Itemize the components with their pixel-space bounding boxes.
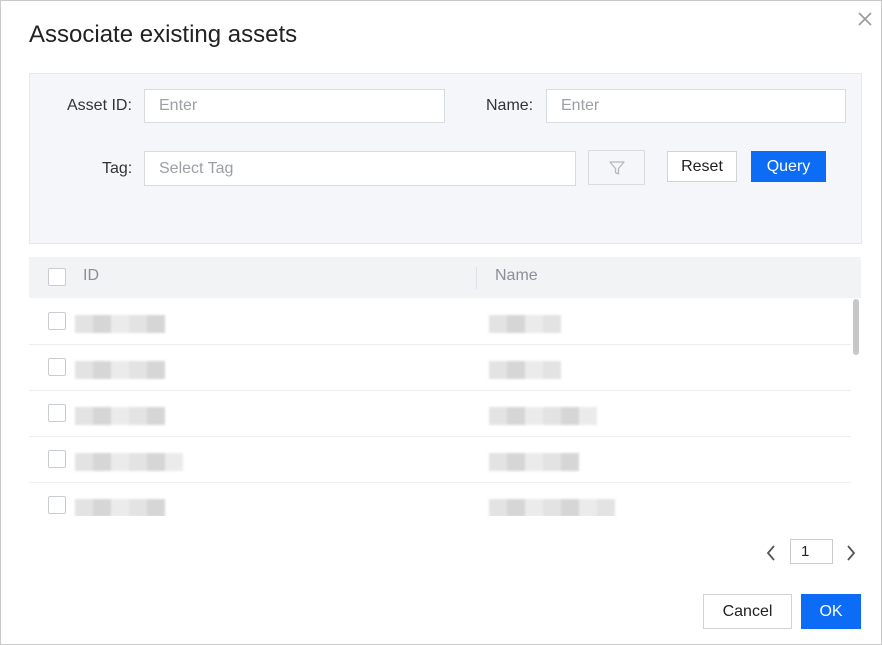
close-icon[interactable] xyxy=(855,9,875,29)
redacted-name xyxy=(489,499,615,516)
name-label: Name: xyxy=(486,97,534,114)
tag-filter-button[interactable] xyxy=(588,150,645,185)
redacted-id xyxy=(75,453,183,471)
table-row[interactable] xyxy=(29,436,851,483)
table-row[interactable] xyxy=(29,344,851,391)
reset-button[interactable]: Reset xyxy=(667,151,737,182)
table-body xyxy=(29,298,861,516)
redacted-id xyxy=(75,407,165,425)
redacted-name xyxy=(489,361,561,379)
table-row[interactable] xyxy=(29,390,851,437)
row-checkbox[interactable] xyxy=(48,496,66,514)
redacted-id xyxy=(75,499,165,516)
cancel-button[interactable]: Cancel xyxy=(703,594,792,629)
funnel-icon xyxy=(608,160,625,175)
tag-label: Tag: xyxy=(102,160,133,177)
table-row[interactable] xyxy=(29,298,851,345)
redacted-id xyxy=(75,361,165,379)
table-header: ID Name xyxy=(29,257,861,298)
column-header-name: Name xyxy=(495,267,538,284)
select-all-checkbox[interactable] xyxy=(48,268,66,286)
redacted-name xyxy=(489,315,561,333)
chevron-left-icon[interactable] xyxy=(760,541,782,565)
row-checkbox[interactable] xyxy=(48,450,66,468)
chevron-right-icon[interactable] xyxy=(840,541,862,565)
column-divider xyxy=(476,267,477,289)
row-checkbox[interactable] xyxy=(48,312,66,330)
asset-id-label: Asset ID: xyxy=(67,97,132,114)
row-checkbox[interactable] xyxy=(48,404,66,422)
tag-select[interactable] xyxy=(144,151,576,186)
dialog-title: Associate existing assets xyxy=(29,21,298,48)
redacted-name xyxy=(489,453,579,471)
query-button[interactable]: Query xyxy=(751,151,826,182)
asset-id-input[interactable] xyxy=(144,89,445,123)
page-number-input[interactable] xyxy=(790,539,833,564)
redacted-id xyxy=(75,315,165,333)
table-scrollbar-thumb[interactable] xyxy=(853,299,859,355)
name-input[interactable] xyxy=(546,89,846,123)
associate-assets-dialog: Associate existing assets Asset ID: Name… xyxy=(0,0,882,645)
redacted-name xyxy=(489,407,597,425)
ok-button[interactable]: OK xyxy=(801,594,861,629)
column-header-id: ID xyxy=(83,267,99,284)
row-checkbox[interactable] xyxy=(48,358,66,376)
table-row[interactable] xyxy=(29,482,851,516)
